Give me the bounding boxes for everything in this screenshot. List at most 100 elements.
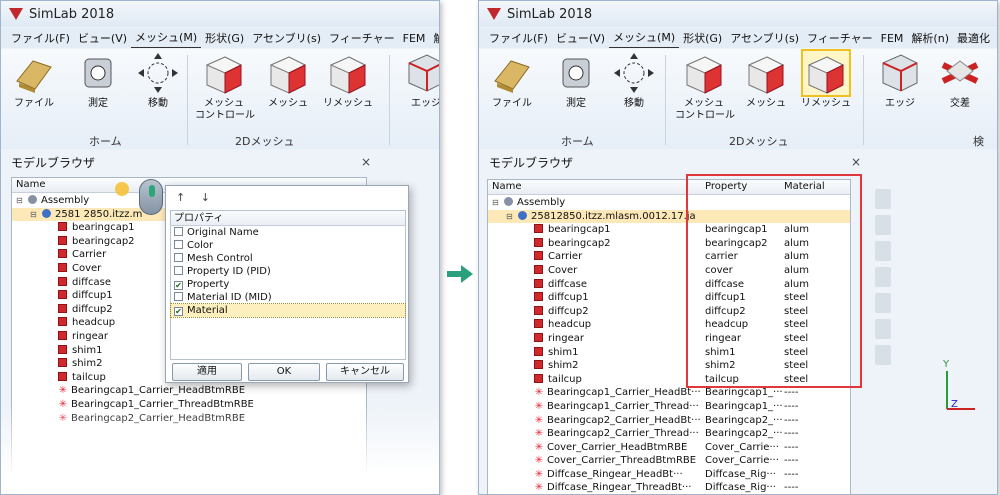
select-tool-icon[interactable]: [875, 189, 891, 209]
menu-item[interactable]: ファイル(F): [485, 28, 552, 48]
column-name[interactable]: Name: [492, 181, 522, 192]
tree-row-label: shim2: [72, 358, 103, 370]
tree-row-label: Bearingcap1_Carrier_HeadBtmRBE: [71, 385, 246, 397]
collapse-toggle-icon[interactable]: ⊟: [30, 208, 37, 222]
menu-item[interactable]: メッシュ(M): [609, 28, 680, 48]
tree-row[interactable]: ✳ Bearingcap2_Carrier_Thread··· Bearingcap…: [488, 427, 850, 441]
tree-row[interactable]: ✳ Bearingcap1_Carrier_HeadBtmRBE: [12, 384, 366, 398]
node-tool-icon[interactable]: [875, 319, 891, 339]
menu-item[interactable]: ビュー(V): [74, 28, 131, 48]
checkbox[interactable]: ✔: [174, 281, 183, 290]
edge-tool-icon[interactable]: [875, 293, 891, 313]
collapse-toggle-icon[interactable]: ⊟: [492, 196, 499, 210]
curve-tool-icon[interactable]: [875, 215, 891, 235]
property-option[interactable]: Material ID (MID): [171, 291, 405, 304]
checkbox[interactable]: [174, 240, 183, 249]
tree-row[interactable]: ✳ Bearingcap1_Carrier_Thread··· Bearingcap…: [488, 400, 850, 414]
column-name[interactable]: Name: [16, 179, 46, 190]
menu-item[interactable]: 形状(G): [679, 28, 726, 48]
mesh-button[interactable]: メッシュ: [259, 51, 317, 123]
mesh-button[interactable]: メッシュ: [737, 51, 795, 123]
tree-row[interactable]: diffcase diffcase alum: [488, 278, 850, 292]
reorder-arrows[interactable]: ↑ ↓: [176, 191, 216, 204]
column-property[interactable]: Property: [705, 181, 747, 192]
tree-row[interactable]: ✳ Cover_Carrier_ThreadBtmRBE Cover_Carrie·…: [488, 454, 850, 468]
tree-row-name: ✳ Cover_Carrier_HeadBtmRBE: [534, 441, 687, 455]
ok-button[interactable]: OK: [248, 363, 320, 381]
tree-row[interactable]: headcup headcup steel: [488, 318, 850, 332]
move-button[interactable]: 移動: [129, 51, 187, 123]
element-tool-icon[interactable]: [875, 345, 891, 365]
tree-row[interactable]: shim2 shim2 steel: [488, 359, 850, 373]
menu-item[interactable]: 最適化: [953, 28, 994, 48]
menu-item[interactable]: フィーチャー: [803, 28, 877, 48]
tree-row[interactable]: bearingcap2 bearingcap2 alum: [488, 237, 850, 251]
collapse-toggle-icon[interactable]: ⊟: [506, 210, 513, 224]
rbe-icon: ✳: [534, 414, 544, 426]
tree-row[interactable]: ✳ Diffcase_Ringear_ThreadBt··· Diffcase_Ri…: [488, 481, 850, 494]
move-button[interactable]: 移動: [605, 51, 663, 123]
model-browser-tree[interactable]: Name Property Material ⊟ Assembly ⊟ 2581285…: [487, 179, 851, 494]
edge-button[interactable]: エッジ: [397, 51, 439, 123]
close-panel-button[interactable]: ×: [851, 155, 861, 169]
menu-item[interactable]: フィーチャー: [325, 28, 399, 48]
checkbox[interactable]: [174, 253, 183, 262]
right-toolbar: [875, 189, 909, 371]
menu-item[interactable]: メッシュ(M): [131, 28, 202, 48]
remesh-button[interactable]: リメッシュ: [319, 51, 377, 123]
property-option[interactable]: Original Name: [171, 226, 405, 239]
tree-row[interactable]: bearingcap1 bearingcap1 alum: [488, 223, 850, 237]
property-option[interactable]: Property ID (PID): [171, 265, 405, 278]
menu-item[interactable]: アセンブリ(s): [726, 28, 803, 48]
tree-row[interactable]: tailcup tailcup steel: [488, 373, 850, 387]
menu-item[interactable]: 解析(n): [429, 28, 439, 48]
intersect-button[interactable]: 交差: [931, 51, 989, 123]
checkbox[interactable]: [174, 292, 183, 301]
menu-item[interactable]: 結果(R): [994, 28, 997, 48]
tree-row[interactable]: shim1 shim1 steel: [488, 346, 850, 360]
menu-item[interactable]: FEM: [399, 30, 430, 47]
menu-item[interactable]: 解析(n): [907, 28, 953, 48]
cancel-button[interactable]: キャンセル: [326, 363, 404, 381]
property-option[interactable]: ✔ Material: [170, 303, 406, 318]
tree-row[interactable]: ✳ Cover_Carrier_HeadBtmRBE Cover_Carrie···…: [488, 441, 850, 455]
collapse-toggle-icon[interactable]: ⊟: [16, 194, 23, 208]
tree-row[interactable]: ✳ Bearingcap1_Carrier_HeadBt··· Bearingcap…: [488, 386, 850, 400]
solid-tool-icon[interactable]: [875, 267, 891, 287]
edge-button[interactable]: エッジ: [871, 51, 929, 123]
tree-row[interactable]: ✳ Bearingcap2_Carrier_HeadBt··· Bearingcap…: [488, 414, 850, 428]
menu-item[interactable]: FEM: [877, 30, 908, 47]
tree-row[interactable]: Cover cover alum: [488, 264, 850, 278]
property-option[interactable]: ✔ Property: [171, 278, 405, 291]
menu-item[interactable]: ビュー(V): [552, 28, 609, 48]
menu-item[interactable]: アセンブリ(s): [248, 28, 325, 48]
apply-button[interactable]: 適用: [172, 363, 242, 381]
property-option[interactable]: Mesh Control: [171, 252, 405, 265]
property-option[interactable]: Color: [171, 239, 405, 252]
mesh-control-button[interactable]: メッシュ コントロール: [195, 51, 255, 123]
measure-button[interactable]: 測定: [69, 51, 127, 123]
checkbox[interactable]: ✔: [174, 307, 183, 316]
tree-row[interactable]: ⊟ Assembly: [488, 196, 850, 210]
tree-row-name: bearingcap2: [534, 237, 611, 251]
tree-row[interactable]: ringear ringear steel: [488, 332, 850, 346]
menu-item[interactable]: ファイル(F): [7, 28, 74, 48]
surface-tool-icon[interactable]: [875, 241, 891, 261]
remesh-button[interactable]: リメッシュ: [797, 49, 855, 123]
ribbon-group-label: ホーム: [89, 135, 122, 148]
file-button[interactable]: ファイル: [483, 51, 541, 123]
measure-button[interactable]: 測定: [547, 51, 605, 123]
menu-item[interactable]: 形状(G): [201, 28, 248, 48]
checkbox[interactable]: [174, 266, 183, 275]
file-button[interactable]: ファイル: [5, 51, 63, 123]
tree-row[interactable]: diffcup1 diffcup1 steel: [488, 291, 850, 305]
mesh-control-button[interactable]: メッシュ コントロール: [675, 51, 735, 123]
tree-row[interactable]: diffcup2 diffcup2 steel: [488, 305, 850, 319]
column-material[interactable]: Material: [784, 181, 825, 192]
tree-row[interactable]: ✳ Diffcase_Ringear_HeadBt··· Diffcase_Rig·…: [488, 468, 850, 482]
checkbox[interactable]: [174, 227, 183, 236]
part-icon: [58, 317, 67, 327]
close-panel-button[interactable]: ×: [361, 155, 371, 169]
tree-row[interactable]: Carrier carrier alum: [488, 250, 850, 264]
tree-row[interactable]: ⊟ 25812850.itzz.mlasm.0012.17.ja: [488, 209, 850, 224]
